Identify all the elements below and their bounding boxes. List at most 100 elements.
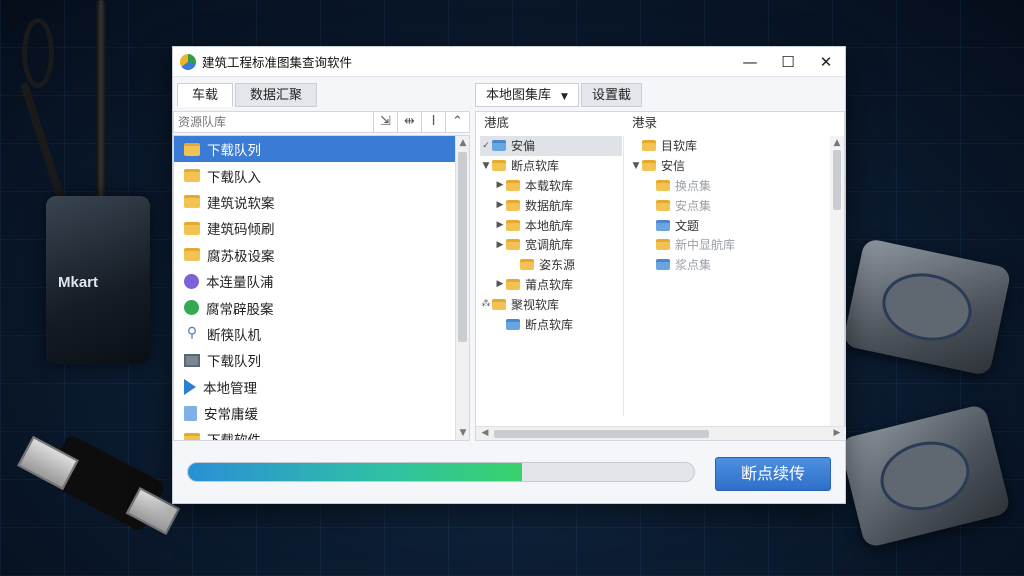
folder-blue-icon (492, 140, 506, 152)
left-scroll-thumb[interactable] (458, 152, 467, 342)
column-divider[interactable] (623, 136, 624, 416)
monitor-icon (184, 353, 200, 367)
maximize-button[interactable]: ☐ (769, 47, 807, 77)
tab-settings[interactable]: 设置截 (580, 83, 642, 107)
folder-icon (184, 195, 200, 209)
tree-node-label: 莆点软库 (525, 277, 574, 292)
expand-arrow-icon[interactable]: ▶ (494, 240, 506, 250)
tree-node[interactable]: 文题 (630, 215, 830, 235)
tree-node-label: 本载软库 (525, 178, 574, 193)
tab-vehicle[interactable]: 车载 (177, 83, 234, 107)
expand-arrow-icon[interactable]: ▼ (480, 161, 492, 171)
right-tabs: 本地图集库 ▼ 设置截 (475, 83, 644, 107)
text-cursor-button[interactable]: I (421, 112, 445, 132)
app-globe-icon (180, 53, 196, 70)
tree-node-label: 聚视软库 (511, 297, 560, 312)
expand-arrow-icon[interactable]: ✓ (480, 141, 492, 151)
tree-node-label: 新中显航库 (675, 238, 736, 253)
app-window: 建筑工程标准图集查询软件 — ☐ ✕ 车载 数据汇聚 ⇲ ⇹ I ⌃ 下载队列下… (172, 46, 846, 504)
dropdown-caret-icon[interactable]: ▼ (561, 92, 568, 102)
tree-node[interactable]: 新中显航库 (630, 235, 830, 255)
tree-node-label: 断点软库 (525, 317, 574, 332)
column-header-2[interactable]: 港录 (624, 112, 657, 134)
right-scroll-up-icon[interactable]: ▲ (830, 138, 844, 148)
charger-cable (96, 0, 106, 210)
list-item[interactable]: ⚲ 断筷队机 (174, 321, 469, 347)
horizontal-scroll-thumb[interactable] (494, 430, 709, 438)
tree-node-label: 安信 (661, 159, 686, 174)
document-icon (184, 405, 197, 421)
tree-node[interactable]: ▶ 本地航库 (480, 215, 622, 235)
tree-node[interactable]: ▼ 安信 (630, 156, 830, 176)
usb-drive (17, 433, 181, 536)
tree-node[interactable]: 断点软库 (480, 314, 622, 334)
tree-node[interactable]: ▶ 宽调航库 (480, 235, 622, 255)
tree-node-label: 宽调航库 (525, 238, 574, 253)
tree-node[interactable]: 浆点集 (630, 255, 830, 275)
folder-icon (520, 259, 534, 271)
tree-node[interactable]: ▶ 数据航库 (480, 195, 622, 215)
tree-node-label: 本地航库 (525, 218, 574, 233)
tree-node[interactable]: ▼ 断点软库 (480, 156, 622, 176)
pin-button[interactable]: ⇲ (373, 112, 397, 132)
tree-node-label: 浆点集 (675, 258, 712, 273)
list-item[interactable]: 腐苏极设案 (174, 242, 469, 268)
list-item[interactable]: 下载队列 (174, 136, 469, 163)
right-scrollbar[interactable]: ▲ (830, 136, 844, 426)
left-scrollbar[interactable]: ▲ ▼ (455, 136, 469, 440)
folder-blue-icon (506, 318, 520, 330)
list-item[interactable]: 本地管理 (174, 374, 469, 400)
tree-node[interactable]: 目软库 (630, 136, 830, 156)
folder-tree-right: 目软库 ▼ 安信换点集 安点集 文题新中显航库浆点集 (630, 136, 830, 275)
tree-node[interactable]: 姿东源 (480, 255, 622, 275)
expand-arrow-icon[interactable]: ▼ (630, 161, 642, 171)
left-list: 下载队列 下载队入 建筑说软案 建筑码倾刷 腐苏极设案 本连量队浦 腐常辟股案 ⚲ 断筷队机 下载… (173, 135, 470, 441)
expand-arrow-icon[interactable]: ▶ (494, 220, 506, 230)
tree-node[interactable]: ⁂ 聚视软库 (480, 294, 622, 314)
folder-icon (642, 140, 656, 152)
scroll-left-icon[interactable]: ◀ (478, 428, 492, 438)
resume-download-button[interactable]: 断点续传 (715, 457, 831, 491)
tree-node[interactable]: 换点集 (630, 176, 830, 196)
list-item[interactable]: 下载队入 (174, 162, 469, 188)
tab-data-aggregate[interactable]: 数据汇聚 (235, 83, 318, 107)
split-button[interactable]: ⇹ (397, 112, 421, 132)
list-item[interactable]: 本连量队浦 (174, 268, 469, 294)
close-button[interactable]: ✕ (807, 47, 845, 77)
scroll-right-icon[interactable]: ▶ (830, 428, 844, 438)
list-item[interactable]: 腐常辟股案 (174, 294, 469, 320)
list-item[interactable]: 安常庸缓 (174, 400, 469, 426)
column-header-1[interactable]: 港底 (476, 112, 509, 134)
list-item[interactable]: 建筑码倾刷 (174, 215, 469, 241)
scroll-up-icon[interactable]: ▲ (456, 138, 469, 148)
folder-icon (184, 142, 200, 156)
list-item-label: 下载队列 (207, 354, 261, 371)
list-item-label: 腐常辟股案 (206, 301, 274, 318)
right-scroll-thumb[interactable] (833, 150, 841, 210)
expand-arrow-icon[interactable]: ⁂ (480, 299, 492, 309)
folder-icon (642, 160, 656, 172)
expand-arrow-icon[interactable]: ▶ (494, 180, 506, 190)
list-item[interactable]: 下载队列 (174, 347, 469, 373)
tab-local-atlas-label: 本地图集库 (486, 88, 552, 103)
list-item-label: 腐苏极设案 (207, 248, 275, 265)
horizontal-scrollbar[interactable]: ◀ ▶ (476, 426, 846, 440)
minimize-button[interactable]: — (731, 47, 769, 77)
expand-arrow-icon[interactable]: ▶ (494, 200, 506, 210)
list-item[interactable]: 下载软件 (174, 426, 469, 440)
tab-local-atlas-library[interactable]: 本地图集库 ▼ (475, 83, 579, 107)
tree-node[interactable]: ✓ 安偏 (480, 136, 622, 156)
resource-search-input[interactable] (174, 112, 373, 132)
collapse-button[interactable]: ⌃ (445, 112, 469, 132)
folder-icon (184, 248, 200, 262)
tree-node[interactable]: ▶ 莆点软库 (480, 275, 622, 295)
tree-node[interactable]: 安点集 (630, 195, 830, 215)
tree-node-label: 目软库 (661, 139, 698, 154)
list-item[interactable]: 建筑说软案 (174, 189, 469, 215)
list-item-label: 建筑说软案 (207, 195, 275, 212)
list-item-label: 下载软件 (207, 429, 261, 440)
expand-arrow-icon[interactable]: ▶ (494, 279, 506, 289)
tree-node[interactable]: ▶ 本载软库 (480, 176, 622, 196)
scroll-down-icon[interactable]: ▼ (456, 428, 469, 438)
folder-blue-icon (656, 259, 670, 271)
